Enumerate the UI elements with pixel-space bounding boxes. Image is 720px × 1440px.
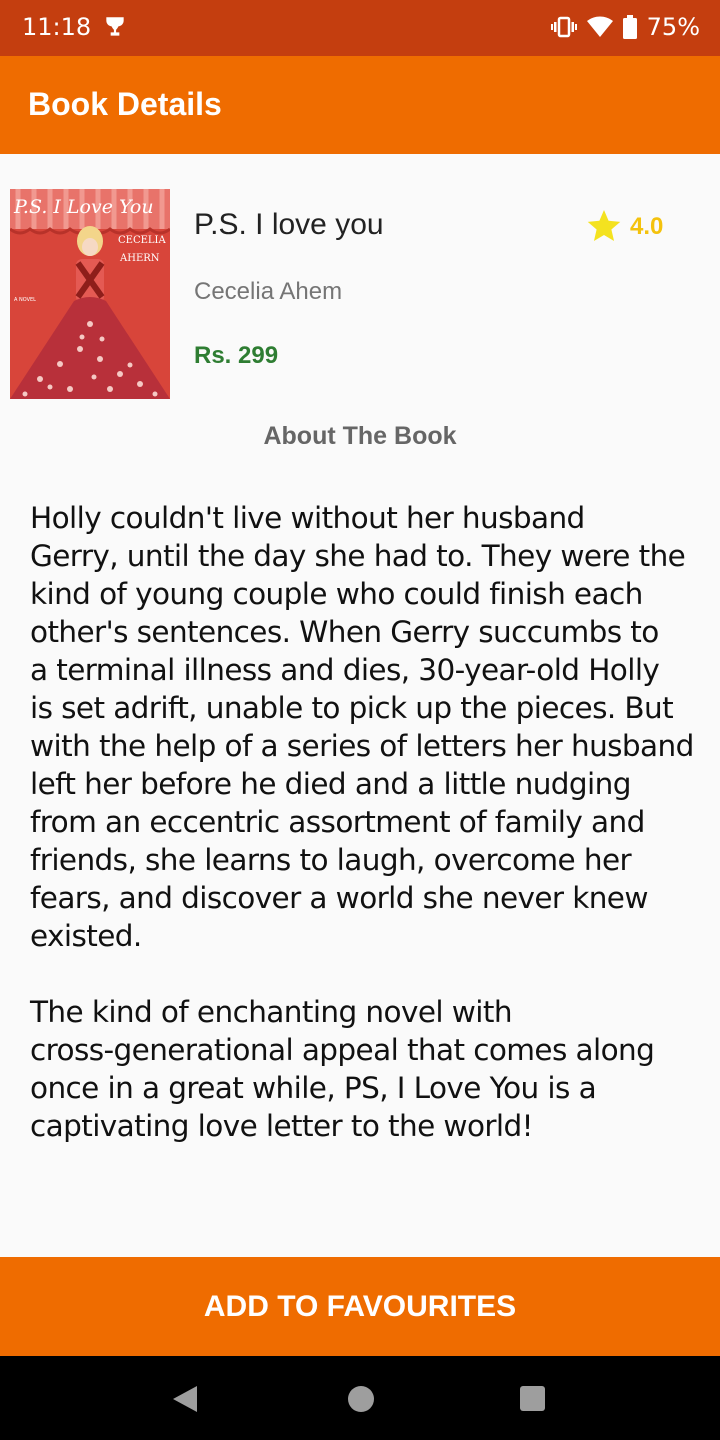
wifi-icon [586, 16, 613, 37]
book-author: Cecelia Ahem [194, 278, 343, 305]
book-cover-art: P.S. I Love You CECELIA AHERN A NOVEL [10, 189, 170, 399]
status-time: 11:18 [22, 13, 92, 41]
cover-author-line1: CECELIA [118, 235, 166, 246]
book-rating: 4.0 [586, 210, 663, 244]
recents-icon[interactable] [520, 1386, 545, 1411]
vibrate-icon [550, 16, 577, 38]
book-cover-image: P.S. I Love You CECELIA AHERN A NOVEL [10, 189, 170, 399]
cover-author-line2: AHERN [119, 253, 160, 264]
cover-tag: A NOVEL [14, 297, 36, 303]
home-icon[interactable] [348, 1386, 374, 1412]
add-to-favourites-button[interactable]: ADD TO FAVOURITES [0, 1257, 720, 1356]
book-description: Holly couldn't live without her husband … [30, 499, 700, 1145]
app-bar: Book Details [0, 56, 720, 154]
description-paragraph: Holly couldn't live without her husband … [30, 501, 694, 953]
cover-title-text: P.S. I Love You [13, 196, 154, 218]
back-icon[interactable] [172, 1385, 198, 1413]
book-price: Rs. 299 [194, 342, 279, 369]
battery-percent: 75% [646, 13, 700, 41]
book-title: P.S. I love you [194, 208, 384, 241]
about-heading: About The Book [263, 422, 457, 450]
page-title: Book Details [28, 86, 222, 122]
trophy-icon [106, 17, 124, 36]
status-right: 75% [550, 13, 700, 41]
rating-value: 4.0 [630, 213, 664, 240]
description-paragraph: The kind of enchanting novel with cross-… [30, 995, 655, 1143]
status-bar: 11:18 75% [0, 0, 720, 56]
battery-icon [622, 15, 637, 39]
star-icon [587, 210, 621, 242]
